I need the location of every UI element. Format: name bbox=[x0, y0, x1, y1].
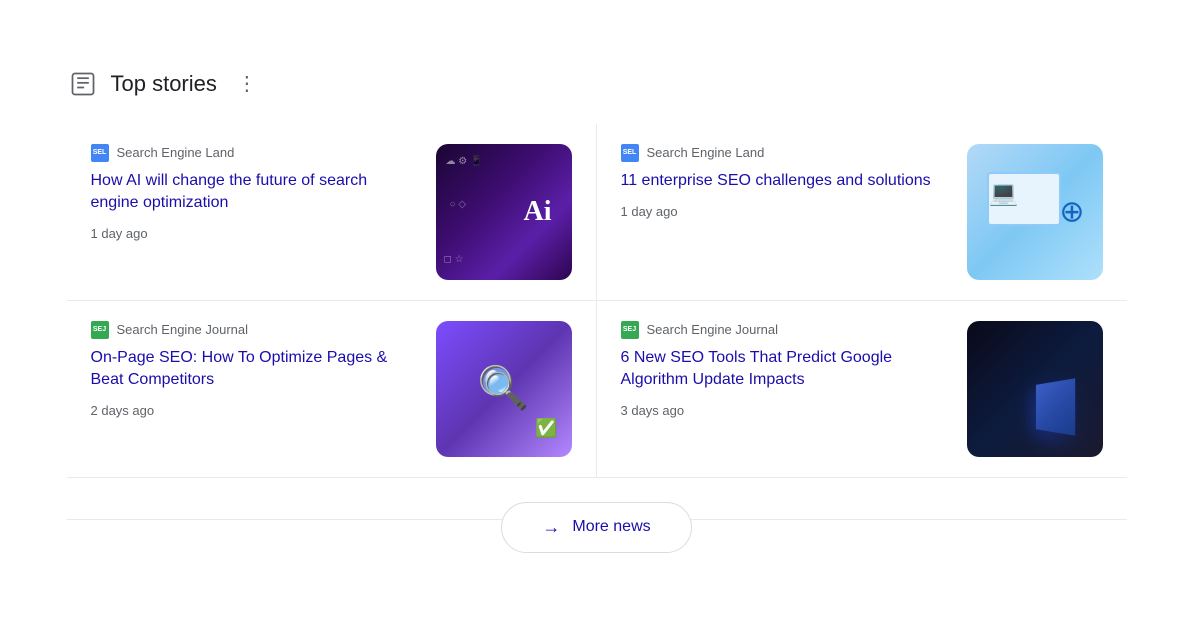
story-content-2: SEL Search Engine Land 11 enterprise SEO… bbox=[621, 144, 951, 219]
source-name-4: Search Engine Journal bbox=[647, 322, 779, 337]
source-row-2: SEL Search Engine Land bbox=[621, 144, 951, 162]
story-image-4 bbox=[967, 321, 1103, 457]
story-title-4[interactable]: 6 New SEO Tools That Predict Google Algo… bbox=[621, 347, 951, 392]
story-image-2: 💻 bbox=[967, 144, 1103, 280]
story-card-2[interactable]: SEL Search Engine Land 11 enterprise SEO… bbox=[597, 124, 1127, 301]
arrow-icon: → bbox=[542, 517, 560, 538]
story-card-1[interactable]: SEL Search Engine Land How AI will chang… bbox=[67, 124, 597, 301]
source-row-4: SEJ Search Engine Journal bbox=[621, 321, 951, 339]
story-time-3: 2 days ago bbox=[91, 403, 420, 418]
stories-grid: SEL Search Engine Land How AI will chang… bbox=[67, 124, 1127, 478]
story-time-2: 1 day ago bbox=[621, 204, 951, 219]
story-time-1: 1 day ago bbox=[91, 226, 420, 241]
source-row-1: SEL Search Engine Land bbox=[91, 144, 420, 162]
story-content-4: SEJ Search Engine Journal 6 New SEO Tool… bbox=[621, 321, 951, 419]
section-header: Top stories ⋮ bbox=[67, 68, 1127, 100]
story-image-1: ☁ ⚙ 📱 ○ ◇ ◻ ☆ bbox=[436, 144, 572, 280]
more-news-button[interactable]: → More news bbox=[501, 502, 691, 553]
source-row-3: SEJ Search Engine Journal bbox=[91, 321, 420, 339]
story-title-3[interactable]: On-Page SEO: How To Optimize Pages & Bea… bbox=[91, 347, 420, 392]
newspaper-icon bbox=[67, 68, 99, 100]
more-news-row: → More news bbox=[67, 478, 1127, 561]
source-logo-3: SEJ bbox=[91, 321, 109, 339]
section-title: Top stories bbox=[111, 71, 217, 97]
source-name-3: Search Engine Journal bbox=[117, 322, 249, 337]
story-time-4: 3 days ago bbox=[621, 403, 951, 418]
story-card-4[interactable]: SEJ Search Engine Journal 6 New SEO Tool… bbox=[597, 301, 1127, 478]
story-title-2[interactable]: 11 enterprise SEO challenges and solutio… bbox=[621, 170, 951, 192]
more-options-button[interactable]: ⋮ bbox=[237, 74, 257, 94]
source-logo-2: SEL bbox=[621, 144, 639, 162]
story-card-3[interactable]: SEJ Search Engine Journal On-Page SEO: H… bbox=[67, 301, 597, 478]
source-logo-1: SEL bbox=[91, 144, 109, 162]
source-name-1: Search Engine Land bbox=[117, 145, 235, 160]
story-title-1[interactable]: How AI will change the future of search … bbox=[91, 170, 420, 215]
story-content-1: SEL Search Engine Land How AI will chang… bbox=[91, 144, 420, 242]
more-news-label: More news bbox=[572, 518, 650, 536]
story-content-3: SEJ Search Engine Journal On-Page SEO: H… bbox=[91, 321, 420, 419]
source-name-2: Search Engine Land bbox=[647, 145, 765, 160]
source-logo-4: SEJ bbox=[621, 321, 639, 339]
top-stories-container: Top stories ⋮ SEL Search Engine Land How… bbox=[67, 48, 1127, 581]
story-image-3: 🔍 ✅ bbox=[436, 321, 572, 457]
